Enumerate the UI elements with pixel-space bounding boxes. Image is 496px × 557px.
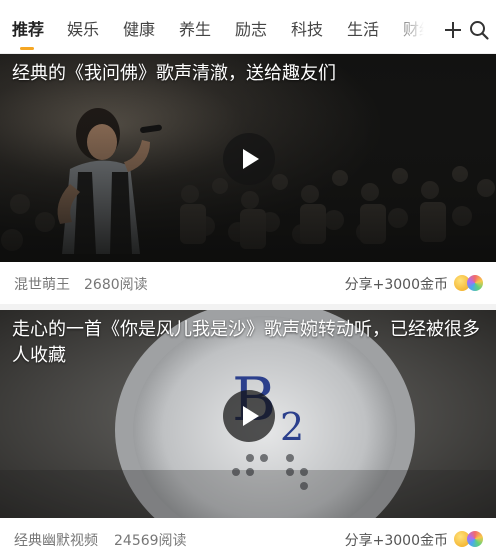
feed-item[interactable]: 经典的《我问佛》歌声清澈，送给趣友们 混世萌王 2680阅读 分享+3000金币 xyxy=(0,54,496,310)
video-thumbnail[interactable]: B 2 走心的一首《你是风儿我是沙》歌声婉转动听，已经被很多人收藏 xyxy=(0,310,496,518)
tab-entertainment[interactable]: 娱乐 xyxy=(67,19,99,41)
tab-recommended[interactable]: 推荐 xyxy=(12,19,44,41)
search-icon[interactable] xyxy=(466,17,492,43)
rainbow-coin-icon xyxy=(467,531,483,547)
tab-health[interactable]: 健康 xyxy=(123,19,155,41)
rainbow-coin-icon xyxy=(467,275,483,291)
read-count: 2680阅读 xyxy=(84,277,148,293)
video-title[interactable]: 经典的《我问佛》歌声清澈，送给趣友们 xyxy=(12,61,486,87)
author-name[interactable]: 经典幽默视频 xyxy=(14,530,98,550)
svg-text:2: 2 xyxy=(280,405,304,449)
video-thumbnail[interactable]: 经典的《我问佛》歌声清澈，送给趣友们 xyxy=(0,54,496,262)
category-tabs: 推荐 娱乐 健康 养生 励志 科技 生活 财经 xyxy=(0,0,430,54)
tab-inspiration[interactable]: 励志 xyxy=(235,19,267,41)
share-reward-button[interactable]: 分享+3000金币 xyxy=(345,530,448,550)
author-name[interactable]: 混世萌王 xyxy=(14,274,70,294)
tab-technology[interactable]: 科技 xyxy=(291,19,323,41)
play-icon[interactable] xyxy=(223,390,275,442)
tab-life[interactable]: 生活 xyxy=(347,19,379,41)
active-tab-indicator xyxy=(20,47,34,50)
video-title[interactable]: 走心的一首《你是风儿我是沙》歌声婉转动听，已经被很多人收藏 xyxy=(12,317,486,369)
feed-item[interactable]: B 2 走心的一首《你是风儿我是沙》歌声婉转动听，已经被很多人收藏 经典幽默视频… xyxy=(0,310,496,557)
tabs-fade-overlay xyxy=(392,0,430,54)
share-reward-button[interactable]: 分享+3000金币 xyxy=(345,274,448,294)
tab-wellness[interactable]: 养生 xyxy=(179,19,211,41)
category-tab-bar: 推荐 娱乐 健康 养生 励志 科技 生活 财经 xyxy=(0,0,496,54)
plus-icon[interactable] xyxy=(440,17,466,43)
video-meta-row: 经典幽默视频 24569阅读 分享+3000金币 xyxy=(0,518,496,557)
read-count: 24569阅读 xyxy=(114,533,187,549)
play-icon[interactable] xyxy=(223,133,275,185)
video-meta-row: 混世萌王 2680阅读 分享+3000金币 xyxy=(0,262,496,304)
